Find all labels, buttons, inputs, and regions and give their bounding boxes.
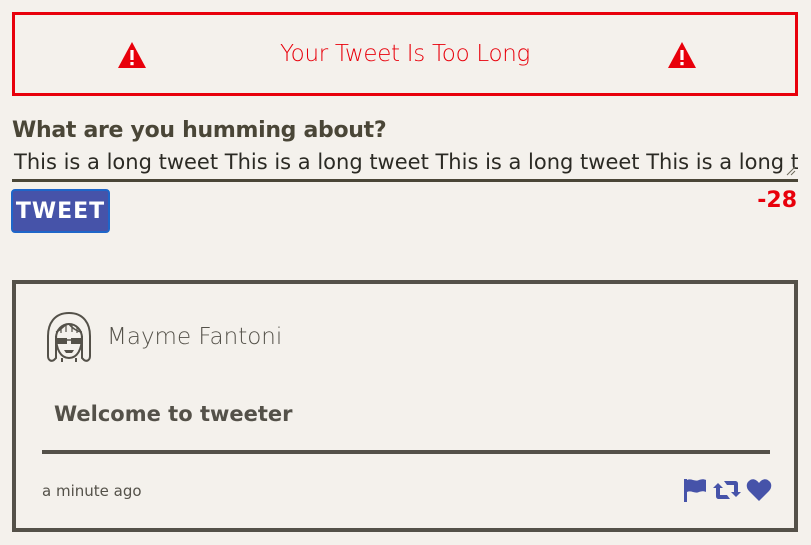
tweet-actions <box>682 477 772 508</box>
error-alert: Your Tweet Is Too Long <box>12 12 798 96</box>
heart-icon[interactable] <box>746 477 772 508</box>
character-counter: -28 <box>757 188 797 213</box>
compose-label: What are you humming about? <box>12 118 387 143</box>
tweet-divider <box>42 450 770 454</box>
tweet-timestamp: a minute ago <box>42 482 142 500</box>
tweet-button[interactable]: TWEET <box>11 189 110 233</box>
warning-icon <box>668 42 696 68</box>
avatar-icon <box>47 311 91 362</box>
resize-handle-icon[interactable] <box>786 166 796 176</box>
tweet-textarea[interactable]: This is a long tweet This is a long twee… <box>12 146 798 182</box>
flag-icon[interactable] <box>682 477 708 508</box>
tweet-username: Mayme Fantoni <box>107 324 283 350</box>
retweet-icon[interactable] <box>712 477 742 508</box>
tweet-card: Mayme Fantoni Welcome to tweeter a minut… <box>12 280 798 532</box>
tweet-text: Welcome to tweeter <box>54 402 293 426</box>
